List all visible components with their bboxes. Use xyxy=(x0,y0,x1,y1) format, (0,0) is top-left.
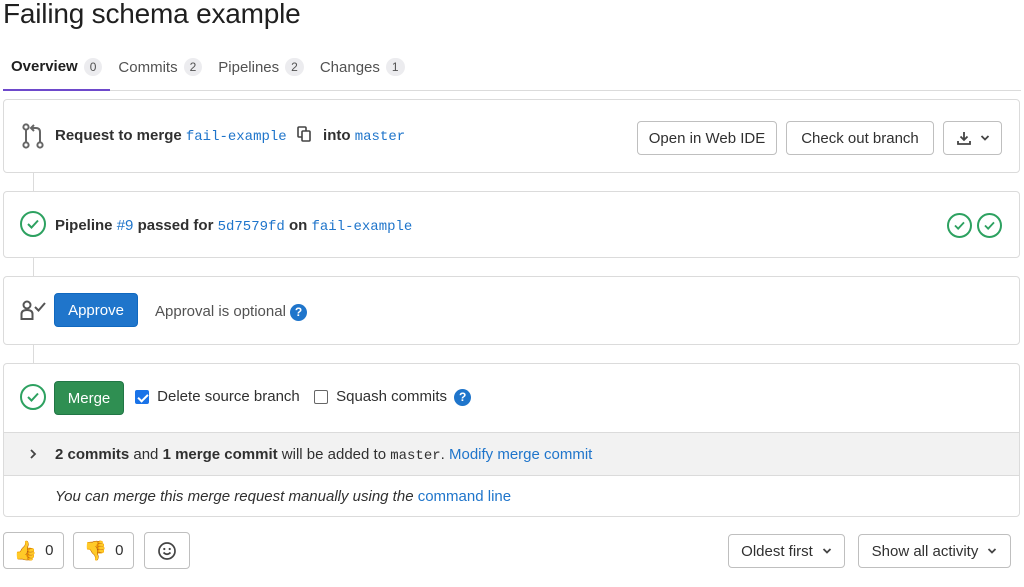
pipeline-status-card: Pipeline #9 passed for 5d7579fd on fail-… xyxy=(3,191,1020,258)
tab-changes-count: 1 xyxy=(385,58,405,76)
pipeline-passed-icon[interactable] xyxy=(20,211,46,237)
and-text: and xyxy=(133,446,159,463)
chevron-down-icon xyxy=(987,547,997,555)
command-line-link[interactable]: command line xyxy=(418,488,511,505)
chevron-down-icon xyxy=(980,134,990,142)
sort-order-dropdown[interactable]: Oldest first xyxy=(728,534,845,568)
commit-sha-link[interactable]: 5d7579fd xyxy=(218,219,285,235)
source-branch-link[interactable]: fail-example xyxy=(186,129,287,145)
check-out-branch-button[interactable]: Check out branch xyxy=(786,121,934,155)
on-text: on xyxy=(288,217,308,234)
approval-card: Approve Approval is optional ? xyxy=(3,276,1020,345)
merge-request-header: Request to merge fail-example into maste… xyxy=(3,99,1020,173)
merge-request-summary: Request to merge fail-example into maste… xyxy=(55,126,405,146)
tab-commits[interactable]: Commits 2 xyxy=(110,44,210,90)
activity-filter-label: Show all activity xyxy=(871,542,979,560)
delete-source-branch-label[interactable]: Delete source branch xyxy=(157,388,300,405)
thumbs-up-count: 0 xyxy=(45,542,54,559)
pipeline-id-link[interactable]: #9 xyxy=(117,217,134,234)
delete-source-branch-checkbox[interactable] xyxy=(135,390,149,405)
merge-commit-details[interactable]: 2 commits and 1 merge commit will be add… xyxy=(4,432,1019,476)
approval-status: Approval is optional ? xyxy=(155,303,308,321)
merge-request-tabs: Overview 0 Commits 2 Pipelines 2 Changes… xyxy=(3,44,1021,91)
merge-commit-summary: 2 commits and 1 merge commit will be add… xyxy=(55,446,592,464)
pipeline-label: Pipeline xyxy=(55,217,113,234)
approval-user-check-icon xyxy=(20,299,48,321)
tab-commits-count: 2 xyxy=(183,58,203,76)
tab-pipelines-label: Pipelines xyxy=(218,58,280,76)
will-be-added-text: will be added to xyxy=(281,446,387,463)
merge-commit-count: 1 merge commit xyxy=(162,446,278,463)
smiley-icon xyxy=(157,541,177,561)
squash-commits-checkbox[interactable] xyxy=(313,390,328,405)
tab-overview[interactable]: Overview 0 xyxy=(3,44,111,91)
thumbs-up-icon: 👍 xyxy=(13,540,38,562)
merge-options: Delete source branch Squash commits ? xyxy=(135,388,472,406)
commits-count: 2 commits xyxy=(55,446,130,463)
chevron-down-icon xyxy=(822,547,832,555)
merge-request-icon xyxy=(20,123,46,149)
pipeline-summary: Pipeline #9 passed for 5d7579fd on fail-… xyxy=(55,217,412,235)
manual-merge-text: You can merge this merge request manuall… xyxy=(55,488,414,505)
period-text: . xyxy=(440,446,445,463)
timeline-connector xyxy=(33,173,34,191)
tab-changes-label: Changes xyxy=(319,58,380,76)
pipeline-branch-link[interactable]: fail-example xyxy=(311,219,412,235)
tab-overview-label: Overview xyxy=(11,58,78,75)
page-title: Failing schema example xyxy=(3,0,301,29)
thumbs-down-button[interactable]: 👎 0 xyxy=(73,532,134,569)
thumbs-down-icon: 👎 xyxy=(83,540,108,562)
ready-to-merge-icon xyxy=(20,384,46,410)
open-web-ide-button[interactable]: Open in Web IDE xyxy=(637,121,777,155)
squash-commits-label[interactable]: Squash commits xyxy=(336,388,447,405)
manual-merge-hint: You can merge this merge request manuall… xyxy=(55,488,511,505)
help-icon[interactable]: ? xyxy=(454,388,472,406)
thumbs-up-button[interactable]: 👍 0 xyxy=(3,532,64,569)
help-icon[interactable]: ? xyxy=(290,303,308,321)
tab-pipelines-count: 2 xyxy=(285,58,304,76)
download-icon xyxy=(956,130,972,146)
tab-commits-label: Commits xyxy=(118,58,178,76)
thumbs-down-count: 0 xyxy=(115,542,124,559)
tab-changes[interactable]: Changes 1 xyxy=(312,44,413,90)
chevron-right-icon[interactable] xyxy=(29,447,37,465)
sort-order-label: Oldest first xyxy=(741,542,813,560)
tab-overview-count: 0 xyxy=(83,57,103,76)
merge-target-branch: master xyxy=(390,448,441,464)
modify-merge-commit-link[interactable]: Modify merge commit xyxy=(449,446,592,463)
stage-passed-icon[interactable] xyxy=(977,213,1002,238)
activity-filter-dropdown[interactable]: Show all activity xyxy=(858,534,1011,568)
approve-button[interactable]: Approve xyxy=(54,293,138,327)
into-text: into xyxy=(323,126,351,144)
passed-for-text: passed for xyxy=(137,217,214,234)
tab-pipelines[interactable]: Pipelines 2 xyxy=(210,44,312,90)
stage-passed-icon[interactable] xyxy=(947,213,972,238)
approval-optional-text: Approval is optional xyxy=(155,303,286,320)
copy-branch-icon[interactable] xyxy=(297,126,311,146)
download-dropdown-button[interactable] xyxy=(943,121,1002,155)
merge-card: Merge Delete source branch Squash commit… xyxy=(3,363,1020,517)
target-branch-link[interactable]: master xyxy=(355,129,405,145)
timeline-connector xyxy=(33,258,34,276)
add-reaction-button[interactable] xyxy=(144,532,190,569)
timeline-connector xyxy=(33,345,34,363)
request-to-merge-text: Request to merge xyxy=(55,126,182,144)
merge-button[interactable]: Merge xyxy=(54,381,124,415)
